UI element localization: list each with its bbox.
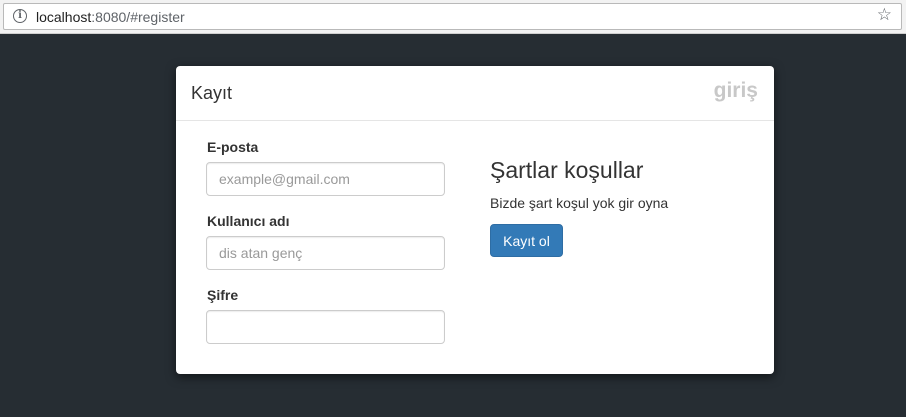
address-bar[interactable]: i localhost:8080/#register ☆ xyxy=(3,3,902,30)
username-field[interactable] xyxy=(206,236,445,270)
terms-title: Şartlar koşullar xyxy=(490,157,644,183)
register-button[interactable]: Kayıt ol xyxy=(490,224,563,257)
browser-toolbar: i localhost:8080/#register ☆ xyxy=(0,0,906,34)
password-field[interactable] xyxy=(206,310,445,344)
url-path: :8080/#register xyxy=(91,9,185,25)
panel-title: Kayıt xyxy=(191,83,233,103)
email-field[interactable] xyxy=(206,162,445,196)
register-panel: Kayıt giriş E-posta Kullanıcı adı Şifre … xyxy=(176,66,774,374)
email-label: E-posta xyxy=(207,139,259,155)
url-text[interactable]: localhost:8080/#register xyxy=(36,9,185,25)
terms-text: Bizde şart koşul yok gir oyna xyxy=(490,195,669,211)
username-label: Kullanıcı adı xyxy=(207,213,290,229)
panel-header: Kayıt giriş xyxy=(176,66,774,121)
info-icon[interactable]: i xyxy=(13,9,27,23)
star-icon[interactable]: ☆ xyxy=(877,5,892,25)
password-label: Şifre xyxy=(207,287,239,303)
login-link[interactable]: giriş xyxy=(714,79,758,103)
url-host: localhost xyxy=(36,9,92,25)
